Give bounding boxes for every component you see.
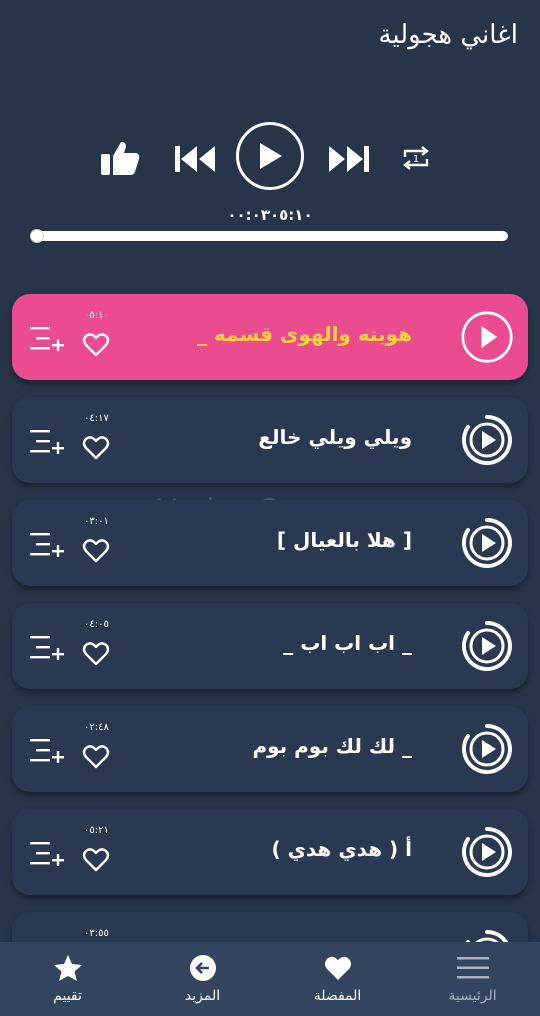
play-circle-icon (462, 518, 512, 568)
arrow-left-circle-icon (187, 954, 219, 982)
song-row[interactable]: هويته والهوى قسمه _ ٠٥:١٠ (12, 294, 528, 380)
skip-next-icon (329, 146, 369, 172)
song-duration: ٠٣:٥٥ (84, 928, 109, 939)
elapsed-time: ٠٠:٠٣ (227, 206, 270, 224)
song-title: [ هلا بالعيال ] (276, 528, 412, 552)
add-to-playlist-icon[interactable] (30, 839, 64, 869)
nav-home-label: الرئيسية (448, 988, 497, 1004)
repeat-button[interactable]: 1 (398, 140, 434, 176)
play-circle-icon (461, 311, 513, 363)
previous-button[interactable] (172, 142, 218, 176)
song-title: هويته والهوى قسمه _ (197, 322, 412, 346)
thumbs-up-icon (101, 141, 140, 175)
total-time: ٠٥:١٠ (270, 206, 313, 224)
song-play-button[interactable] (460, 619, 514, 673)
skip-previous-icon (175, 146, 215, 172)
play-circle-icon (462, 415, 512, 465)
song-duration: ٠٣:٠١ (84, 516, 109, 527)
favorite-heart-icon[interactable] (82, 435, 110, 461)
nav-rate-label: تقييم (53, 988, 82, 1004)
song-row[interactable]: ويلي ويلي خالع ٠٤:١٧ (12, 397, 528, 483)
song-duration: ٠٤:١٧ (84, 413, 109, 424)
menu-icon (456, 954, 489, 982)
favorite-heart-icon[interactable] (82, 847, 110, 873)
seek-bar[interactable] (30, 229, 508, 243)
song-play-button[interactable] (460, 310, 514, 364)
add-to-playlist-icon[interactable] (30, 324, 64, 354)
add-to-playlist-icon[interactable] (30, 633, 64, 663)
song-duration: ٠٤:٠٥ (84, 619, 109, 630)
app-title: اغاني هجولية (378, 20, 518, 50)
play-icon (260, 143, 282, 169)
favorite-heart-icon[interactable] (82, 332, 110, 358)
play-pause-button[interactable] (236, 122, 304, 190)
add-to-playlist-icon[interactable] (30, 736, 64, 766)
song-row[interactable]: _ لك لك بوم بوم ٠٢:٤٨ (12, 706, 528, 792)
song-play-button[interactable] (460, 825, 514, 879)
seek-thumb[interactable] (30, 229, 44, 243)
nav-rate[interactable]: تقييم (0, 942, 135, 1016)
song-title: _ اب اب اب _ (283, 631, 412, 655)
song-list: هويته والهوى قسمه _ ٠٥:١٠ ويلي ويلي خالع ٠٤… (12, 294, 528, 1015)
add-to-playlist-icon[interactable] (30, 427, 64, 457)
player-controls: 1 (0, 122, 540, 194)
time-readout: ٠٠:٠٣٠٥:١٠ (0, 206, 540, 224)
song-play-button[interactable] (460, 413, 514, 467)
nav-favorites[interactable]: المفضلة (270, 942, 405, 1016)
favorite-heart-icon[interactable] (82, 538, 110, 564)
song-title: أ ( هدي هدي ) (271, 837, 413, 861)
song-duration: ٠٥:٢١ (84, 825, 109, 836)
song-title: _ لك لك بوم بوم (252, 734, 412, 758)
song-duration: ٠٢:٤٨ (84, 722, 109, 733)
song-row[interactable]: [ هلا بالعيال ] ٠٣:٠١ (12, 500, 528, 586)
star-icon (52, 954, 84, 982)
play-circle-icon (462, 621, 512, 671)
song-title: ويلي ويلي خالع (258, 425, 412, 449)
song-row[interactable]: _ اب اب اب _ ٠٤:٠٥ (12, 603, 528, 689)
nav-favorites-label: المفضلة (313, 988, 362, 1004)
song-duration: ٠٥:١٠ (84, 310, 109, 321)
repeat-badge: 1 (413, 154, 419, 165)
play-circle-icon (462, 724, 512, 774)
heart-icon (322, 954, 354, 982)
nav-home[interactable]: الرئيسية (405, 942, 540, 1016)
nav-more-label: المزيد (184, 988, 221, 1004)
favorite-heart-icon[interactable] (82, 641, 110, 667)
song-play-button[interactable] (460, 516, 514, 570)
add-to-playlist-icon[interactable] (30, 530, 64, 560)
bottom-navigation: الرئيسية المفضلة المزيد تقييم (0, 942, 540, 1016)
favorite-heart-icon[interactable] (82, 744, 110, 770)
nav-more[interactable]: المزيد (135, 942, 270, 1016)
play-circle-icon (462, 827, 512, 877)
repeat-one-icon: 1 (403, 146, 429, 170)
song-play-button[interactable] (460, 722, 514, 776)
like-button[interactable] (98, 138, 142, 178)
song-row[interactable]: أ ( هدي هدي ) ٠٥:٢١ (12, 809, 528, 895)
next-button[interactable] (326, 142, 372, 176)
